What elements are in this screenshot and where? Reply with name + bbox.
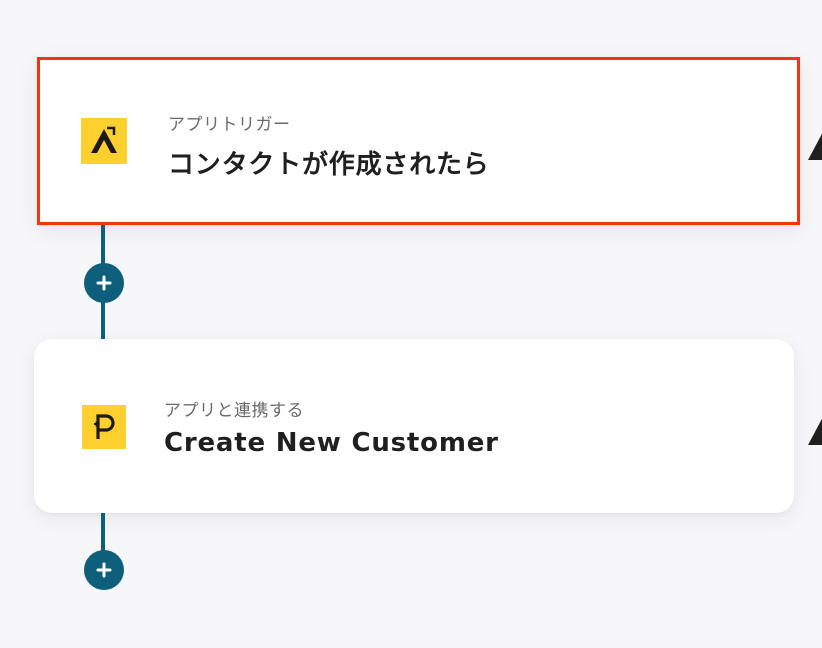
plus-icon — [96, 562, 112, 578]
warning-icon[interactable] — [808, 415, 822, 445]
p-logo-icon — [82, 405, 126, 449]
step-title: コンタクトが作成されたら — [168, 150, 490, 180]
step-title: Create New Customer — [164, 428, 499, 458]
add-step-button[interactable] — [84, 550, 124, 590]
warning-icon[interactable] — [808, 130, 822, 160]
action-step-card[interactable]: アプリと連携する Create New Customer — [34, 339, 794, 513]
trigger-step-card[interactable]: アプリトリガー コンタクトが作成されたら — [37, 57, 800, 225]
plus-icon — [96, 275, 112, 291]
step-type-label: アプリトリガー — [168, 115, 291, 135]
add-step-button[interactable] — [84, 263, 124, 303]
step-type-label: アプリと連携する — [164, 401, 304, 421]
flow-connector — [101, 513, 105, 555]
triangle-logo-icon — [81, 118, 127, 164]
